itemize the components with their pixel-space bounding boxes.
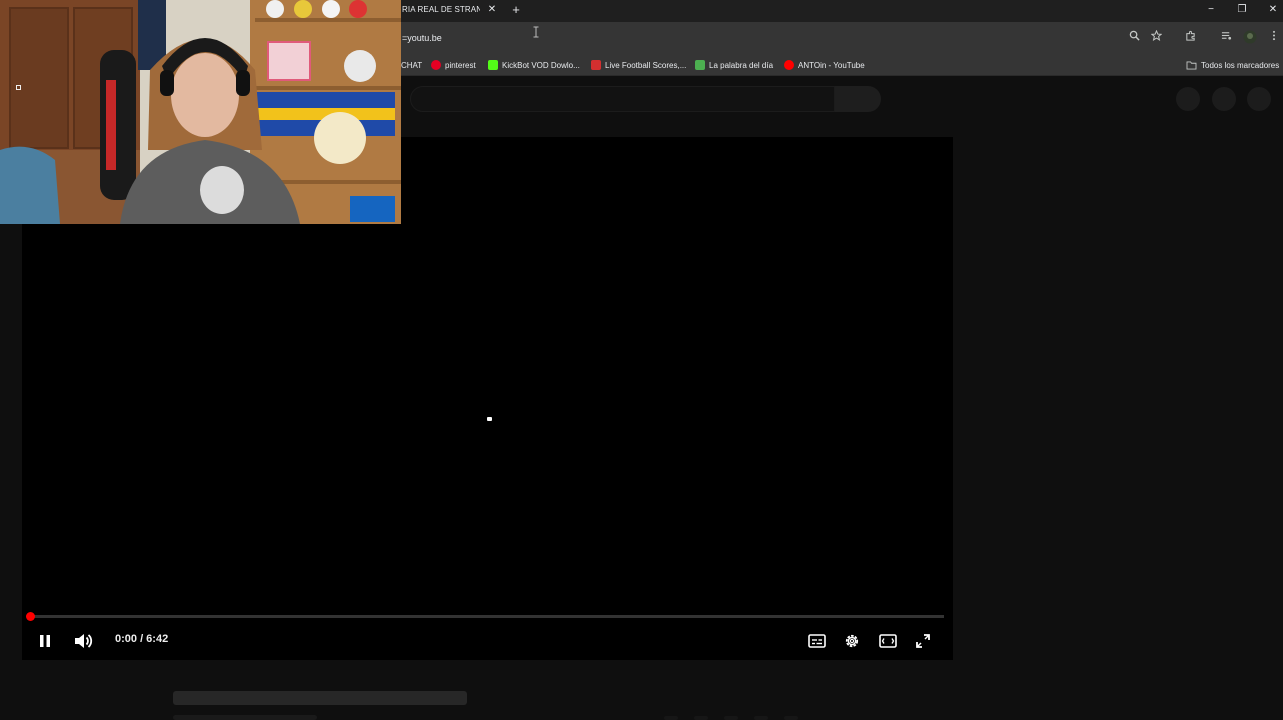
subtitles-button[interactable] xyxy=(805,629,829,653)
time-display: 0:00 / 6:42 xyxy=(115,633,169,645)
bookmark-palabra[interactable]: La palabra del día xyxy=(695,58,773,72)
webcam-overlay xyxy=(0,0,401,224)
channel-skeleton xyxy=(173,715,317,720)
bookmark-live-football[interactable]: Live Football Scores,... xyxy=(591,58,686,72)
folder-icon xyxy=(1186,60,1197,70)
bookmark-label: pinterest xyxy=(445,60,476,70)
football-scores-icon xyxy=(591,60,601,70)
address-bar[interactable]: =youtu.be xyxy=(402,33,442,43)
subtitles-icon xyxy=(808,634,826,648)
search-input[interactable] xyxy=(410,86,835,112)
new-tab-button[interactable]: + xyxy=(508,2,524,18)
bookmark-label: Live Football Scores,... xyxy=(605,60,687,70)
screen: RIA REAL DE STRANGE ✕ + − ❐ ✕ =youtu.be xyxy=(0,0,1283,720)
extensions-icon[interactable] xyxy=(1182,30,1198,46)
volume-icon xyxy=(75,634,93,648)
theater-mode-button[interactable] xyxy=(876,629,900,653)
palabra-icon xyxy=(695,60,705,70)
action-skeleton xyxy=(664,716,678,720)
volume-button[interactable] xyxy=(71,629,95,653)
media-controls-icon[interactable] xyxy=(1218,30,1234,46)
bookmark-kickbot[interactable]: KickBot VOD Dowlo... xyxy=(488,58,580,72)
all-bookmarks-label: Todos los marcadores xyxy=(1201,60,1280,70)
bookmark-label: KickBot VOD Dowlo... xyxy=(502,60,580,70)
loading-spinner xyxy=(487,417,492,421)
bookmark-antoin-youtube[interactable]: ANTOin - YouTube xyxy=(784,58,865,72)
settings-button[interactable] xyxy=(840,629,864,653)
tab-title: RIA REAL DE STRANGE xyxy=(402,5,480,14)
account-avatar[interactable] xyxy=(1247,87,1271,111)
bookmark-chat[interactable]: CHAT xyxy=(401,58,422,72)
menu-icon[interactable] xyxy=(1266,30,1282,46)
bookmark-label: ANTOin - YouTube xyxy=(798,60,865,70)
pause-button[interactable] xyxy=(33,629,57,653)
action-skeleton xyxy=(754,716,768,720)
close-window-button[interactable]: ✕ xyxy=(1262,2,1283,18)
active-tab[interactable]: RIA REAL DE STRANGE ✕ xyxy=(396,0,504,22)
fullscreen-button[interactable] xyxy=(911,629,935,653)
kickbot-icon xyxy=(488,60,498,70)
bookmark-label: La palabra del día xyxy=(709,60,774,70)
fullscreen-icon xyxy=(916,634,930,648)
create-button[interactable] xyxy=(1176,87,1200,111)
pinterest-icon xyxy=(431,60,441,70)
bookmark-pinterest[interactable]: pinterest xyxy=(431,58,476,72)
youtube-icon xyxy=(784,60,794,70)
scrubber-handle[interactable] xyxy=(26,612,35,621)
pause-icon xyxy=(40,635,50,647)
gear-icon xyxy=(845,634,859,648)
action-skeleton xyxy=(784,716,798,720)
action-skeleton xyxy=(694,716,708,720)
profile-avatar-icon[interactable] xyxy=(1242,30,1258,46)
record-indicator xyxy=(16,85,21,90)
restore-button[interactable]: ❐ xyxy=(1231,2,1253,18)
action-skeleton xyxy=(724,716,738,720)
notifications-button[interactable] xyxy=(1212,87,1236,111)
minimize-button[interactable]: − xyxy=(1200,2,1222,18)
search-button[interactable] xyxy=(835,86,881,112)
zoom-icon[interactable] xyxy=(1126,30,1142,46)
text-cursor-icon xyxy=(533,26,539,38)
bookmark-star-icon[interactable] xyxy=(1148,29,1164,46)
tab-close-icon[interactable]: ✕ xyxy=(486,3,498,17)
video-title-skeleton xyxy=(173,691,467,705)
all-bookmarks-folder[interactable]: Todos los marcadores xyxy=(1186,58,1279,72)
theater-icon xyxy=(879,634,897,648)
bookmark-label: CHAT xyxy=(401,60,423,70)
webcam-feed-image xyxy=(0,0,401,224)
progress-bar[interactable] xyxy=(30,615,944,618)
